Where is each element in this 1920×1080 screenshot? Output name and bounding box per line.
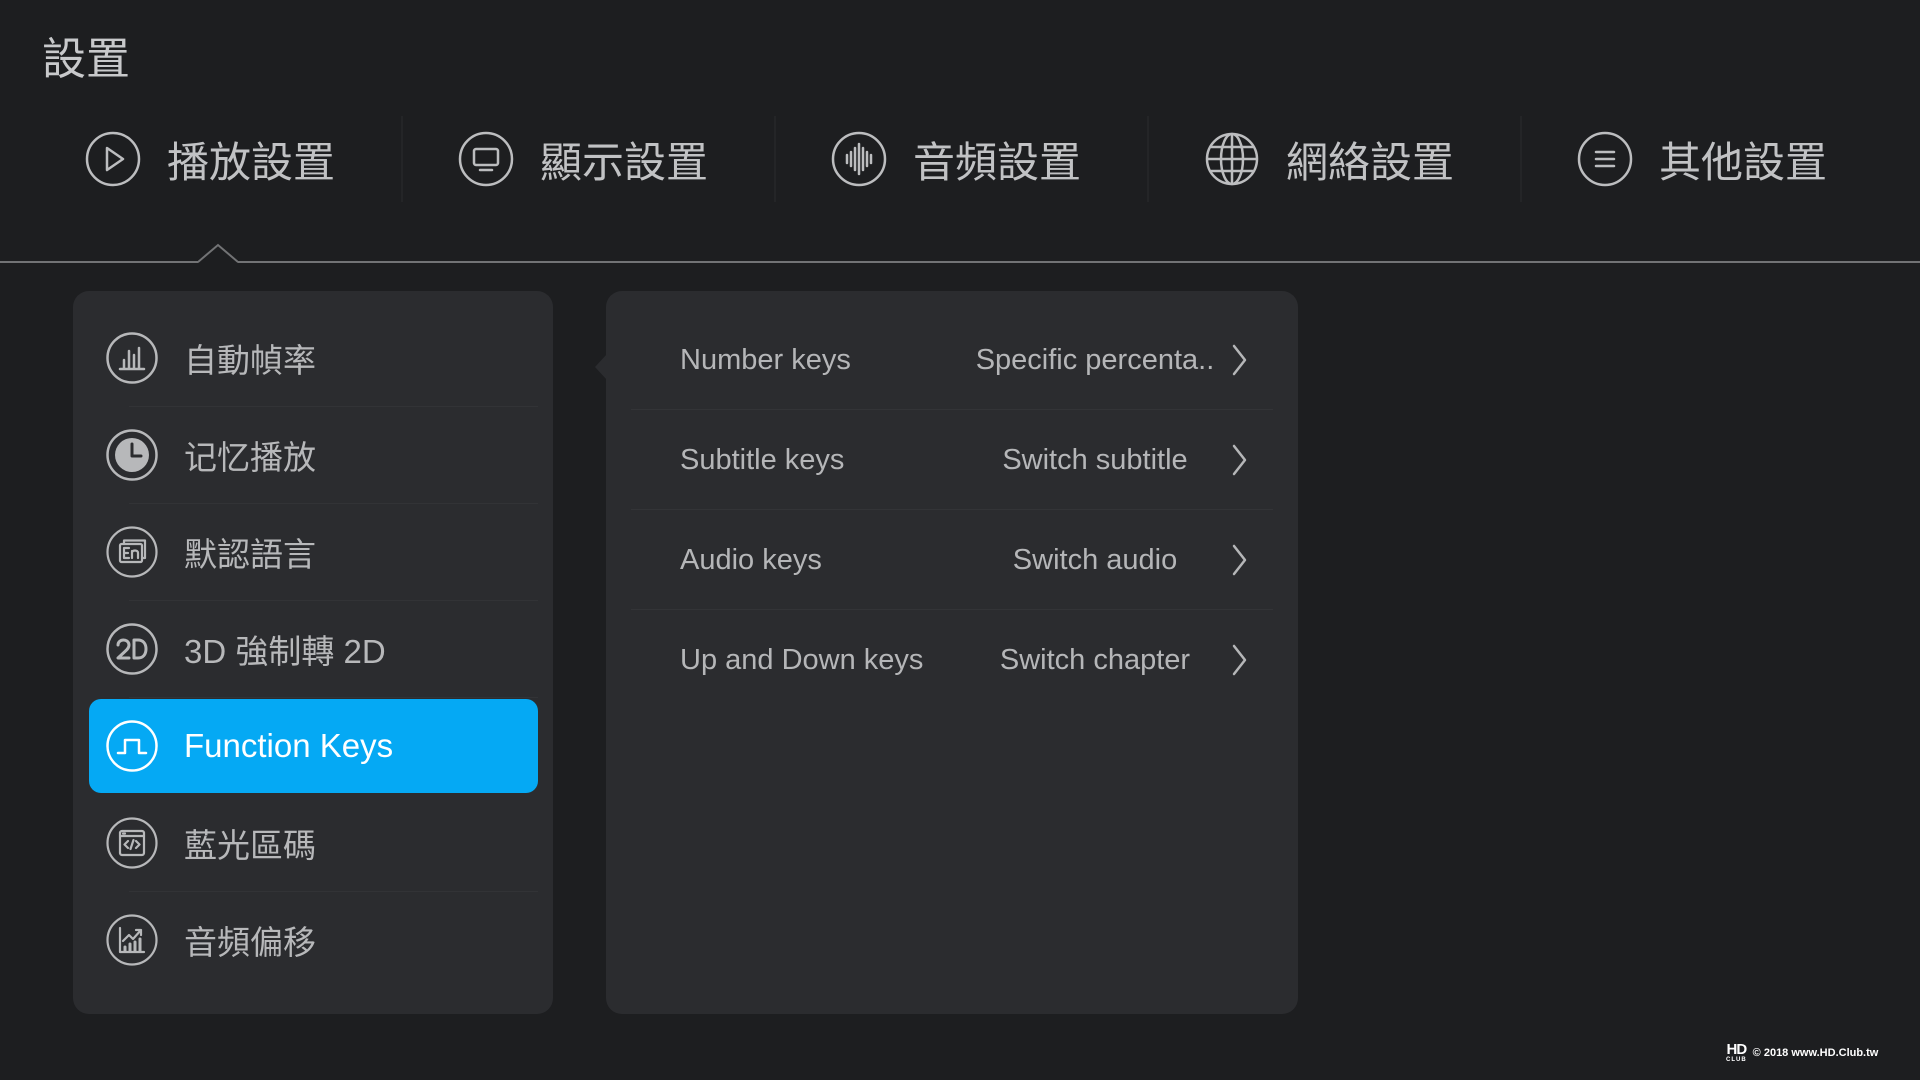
play-icon — [85, 131, 141, 187]
square-wave-icon — [105, 719, 159, 773]
setting-label: Number keys — [680, 344, 851, 376]
audio-waveform-icon — [831, 131, 887, 187]
menu-item-auto-frame-rate[interactable]: 自動幀率 — [89, 311, 538, 405]
clock-icon — [105, 428, 159, 482]
tab-underline — [0, 261, 1920, 263]
code-window-icon — [105, 816, 159, 870]
menu-item-label: 音頻偏移 — [184, 924, 316, 961]
menu-item-bluray-region-code[interactable]: 藍光區碼 — [89, 796, 538, 890]
hdclub-logo: HD CLUB — [1726, 1042, 1747, 1063]
tab-other-settings[interactable]: 其他設置 — [1522, 116, 1895, 202]
tab-audio-settings[interactable]: 音頻設置 — [776, 116, 1149, 202]
watermark-text: © 2018 www.HD.Club.tw — [1752, 1046, 1879, 1059]
watermark: HD CLUB © 2018 www.HD.Club.tw — [1726, 1042, 1878, 1063]
setting-label: Subtitle keys — [680, 444, 845, 476]
setting-value: Specific percenta.. — [975, 344, 1215, 376]
page-title: 設置 — [42, 35, 130, 84]
setting-label: Up and Down keys — [680, 644, 924, 676]
menu-item-function-keys[interactable]: Function Keys — [89, 699, 538, 793]
setting-value: Switch audio — [1012, 544, 1178, 576]
tab-label: 顯示設置 — [540, 138, 709, 186]
setting-value: Switch subtitle — [1002, 444, 1188, 476]
chevron-right-icon — [1231, 443, 1248, 477]
menu-item-label: 3D 強制轉 2D — [184, 633, 386, 670]
menu-lines-icon — [1577, 131, 1633, 187]
active-tab-indicator — [198, 243, 238, 263]
function-keys-list: Number keys Specific percenta.. Subtitle… — [631, 310, 1273, 710]
menu-item-audio-offset[interactable]: 音頻偏移 — [89, 893, 538, 987]
tab-label: 網絡設置 — [1286, 138, 1455, 186]
tab-playback-settings[interactable]: 播放設置 — [30, 116, 403, 202]
chart-trend-icon — [105, 913, 159, 967]
setting-row-up-down-keys[interactable]: Up and Down keys Switch chapter — [631, 610, 1273, 710]
chevron-right-icon — [1231, 643, 1248, 677]
setting-row-audio-keys[interactable]: Audio keys Switch audio — [631, 510, 1273, 610]
2d-icon — [105, 622, 159, 676]
settings-screen: 設置 播放設置 顯示設置 音頻設置 網絡設置 其他設置 自動幀率 记忆播放 默認… — [0, 0, 1920, 1080]
panel-pointer — [595, 354, 607, 380]
logo-bottom: CLUB — [1726, 1057, 1747, 1063]
menu-list: 自動幀率 记忆播放 默認語言 3D 強制轉 2D Function Keys 藍… — [89, 311, 538, 990]
language-icon — [105, 525, 159, 579]
menu-item-label: 自動幀率 — [184, 342, 316, 379]
bar-chart-icon — [105, 331, 159, 385]
setting-value: Switch chapter — [999, 644, 1191, 676]
menu-item-label: Function Keys — [184, 727, 394, 764]
menu-item-default-language[interactable]: 默認語言 — [89, 505, 538, 599]
menu-item-label: 藍光區碼 — [184, 827, 316, 864]
logo-top: HD — [1726, 1041, 1748, 1058]
setting-row-number-keys[interactable]: Number keys Specific percenta.. — [631, 310, 1273, 410]
menu-item-force-3d-to-2d[interactable]: 3D 強制轉 2D — [89, 602, 538, 696]
chevron-right-icon — [1231, 343, 1248, 377]
tab-label: 其他設置 — [1659, 138, 1828, 186]
tab-label: 播放設置 — [167, 138, 336, 186]
category-tabs: 播放設置 顯示設置 音頻設置 網絡設置 其他設置 — [30, 116, 1895, 202]
tab-label: 音頻設置 — [913, 138, 1082, 186]
setting-row-subtitle-keys[interactable]: Subtitle keys Switch subtitle — [631, 410, 1273, 510]
function-keys-panel: Number keys Specific percenta.. Subtitle… — [595, 291, 1298, 1014]
tab-network-settings[interactable]: 網絡設置 — [1149, 116, 1522, 202]
setting-label: Audio keys — [680, 544, 822, 576]
tab-display-settings[interactable]: 顯示設置 — [403, 116, 776, 202]
monitor-icon — [458, 131, 514, 187]
menu-item-resume-playback[interactable]: 记忆播放 — [89, 408, 538, 502]
chevron-right-icon — [1231, 543, 1248, 577]
menu-item-label: 记忆播放 — [184, 439, 316, 476]
globe-icon — [1204, 131, 1260, 187]
menu-item-label: 默認語言 — [184, 536, 316, 573]
playback-settings-menu: 自動幀率 记忆播放 默認語言 3D 強制轉 2D Function Keys 藍… — [73, 291, 553, 1014]
